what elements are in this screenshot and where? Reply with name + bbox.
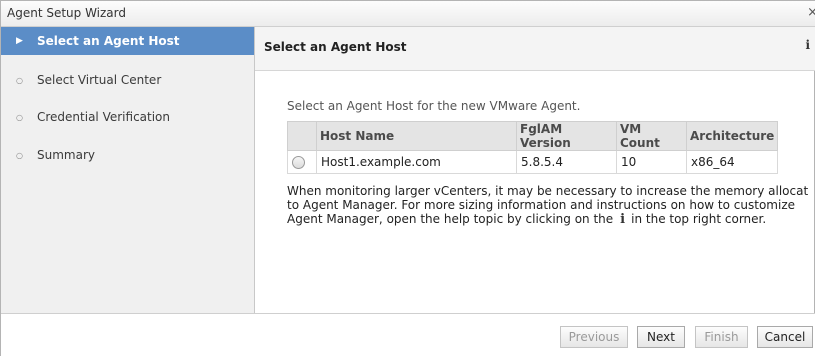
column-header-select	[287, 121, 317, 151]
step-label: Select Virtual Center	[37, 73, 162, 87]
title-bar: Agent Setup Wizard ×	[1, 1, 815, 27]
previous-button[interactable]: Previous	[560, 326, 628, 348]
wizard-steps-sidebar: ▶ Select an Agent Host ○ Select Virtual …	[1, 27, 255, 313]
cancel-button[interactable]: Cancel	[757, 326, 813, 348]
host-radio-button[interactable]	[292, 156, 305, 169]
main-panel: Select an Agent Host i Select an Agent H…	[255, 27, 815, 313]
table-header-row: Host Name FglAM Version VM Count Archite…	[287, 121, 779, 151]
step-label: Credential Verification	[37, 110, 171, 124]
instruction-text: Select an Agent Host for the new VMware …	[287, 99, 581, 113]
step-label: Select an Agent Host	[37, 34, 180, 48]
finish-button[interactable]: Finish	[695, 326, 748, 348]
step-summary[interactable]: ○ Summary	[1, 141, 254, 169]
column-header-architecture[interactable]: Architecture	[685, 121, 779, 151]
step-select-agent-host[interactable]: ▶ Select an Agent Host	[1, 27, 254, 55]
info-icon: i	[620, 212, 626, 227]
circle-bullet-icon: ○	[16, 150, 23, 160]
table-row[interactable]: Host1.example.com 5.8.5.4 10 x86_64	[287, 150, 779, 174]
note-line-3-before: Agent Manager, open the help topic by cl…	[287, 212, 614, 226]
wizard-footer: Previous Next Finish Cancel	[1, 313, 815, 357]
dialog-title: Agent Setup Wizard	[7, 6, 127, 20]
column-header-vm-count[interactable]: VM Count	[616, 121, 687, 151]
column-header-fglam-version[interactable]: FglAM Version	[516, 121, 617, 151]
vm-count-cell: 10	[616, 150, 687, 174]
step-select-virtual-center[interactable]: ○ Select Virtual Center	[1, 66, 254, 94]
row-select-cell	[287, 150, 317, 174]
fglam-version-cell: 5.8.5.4	[516, 150, 617, 174]
close-icon[interactable]: ×	[807, 5, 815, 20]
note-line-2: to Agent Manager. For more sizing inform…	[287, 198, 795, 212]
note-line-1: When monitoring larger vCenters, it may …	[287, 184, 809, 198]
wizard-dialog: Agent Setup Wizard × ▶ Select an Agent H…	[0, 0, 815, 357]
sizing-note: When monitoring larger vCenters, it may …	[287, 184, 815, 227]
step-credential-verification[interactable]: ○ Credential Verification	[1, 103, 254, 131]
agent-host-table: Host Name FglAM Version VM Count Archite…	[287, 121, 779, 174]
architecture-cell: x86_64	[685, 150, 779, 174]
step-label: Summary	[37, 148, 95, 162]
info-icon[interactable]: i	[805, 38, 810, 52]
circle-bullet-icon: ○	[16, 112, 23, 122]
next-button[interactable]: Next	[637, 326, 685, 348]
triangle-right-icon: ▶	[16, 36, 23, 46]
host-name-cell: Host1.example.com	[316, 150, 517, 174]
panel-title: Select an Agent Host	[264, 40, 407, 54]
panel-header: Select an Agent Host i	[255, 27, 815, 71]
circle-bullet-icon: ○	[16, 75, 23, 85]
note-line-3-after: in the top right corner.	[631, 212, 767, 226]
column-header-host-name[interactable]: Host Name	[316, 121, 517, 151]
note-line-3: Agent Manager, open the help topic by cl…	[287, 212, 815, 227]
